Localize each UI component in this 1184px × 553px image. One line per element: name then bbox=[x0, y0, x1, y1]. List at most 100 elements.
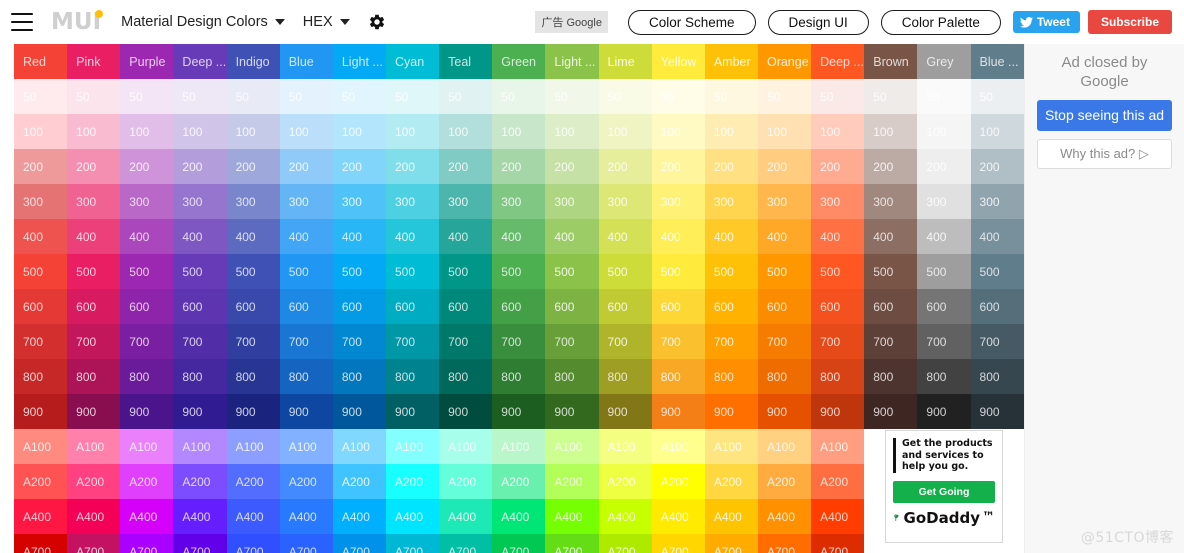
color-swatch-cyan-800[interactable]: 800 bbox=[385, 359, 440, 394]
color-swatch-light-blue-800[interactable]: 800 bbox=[332, 359, 386, 394]
color-swatch-light-blue-A400[interactable]: A400 bbox=[332, 499, 386, 534]
color-swatch-pink-600[interactable]: 600 bbox=[67, 289, 121, 324]
color-swatch-orange-A200[interactable]: A200 bbox=[757, 464, 812, 499]
color-column-header-amber[interactable]: Amber bbox=[704, 44, 758, 79]
color-swatch-deep-purple-A700[interactable]: A700 bbox=[173, 534, 227, 553]
color-swatch-purple-900[interactable]: 900 bbox=[120, 394, 174, 429]
color-swatch-deep-orange-800[interactable]: 800 bbox=[811, 359, 865, 394]
color-swatch-grey-100[interactable]: 100 bbox=[917, 114, 971, 149]
color-swatch-light-green-A700[interactable]: A700 bbox=[545, 534, 599, 553]
color-swatch-amber-700[interactable]: 700 bbox=[704, 324, 758, 359]
color-swatch-blue-grey-300[interactable]: 300 bbox=[970, 184, 1024, 219]
palette-selector[interactable]: Material Design Colors bbox=[121, 14, 285, 30]
color-swatch-purple-700[interactable]: 700 bbox=[120, 324, 174, 359]
color-swatch-indigo-A400[interactable]: A400 bbox=[226, 499, 280, 534]
color-swatch-brown-600[interactable]: 600 bbox=[864, 289, 918, 324]
color-swatch-pink-A100[interactable]: A100 bbox=[67, 429, 121, 464]
color-swatch-light-blue-500[interactable]: 500 bbox=[332, 254, 386, 289]
color-swatch-purple-A700[interactable]: A700 bbox=[120, 534, 174, 553]
color-swatch-deep-purple-200[interactable]: 200 bbox=[173, 149, 227, 184]
color-swatch-cyan-200[interactable]: 200 bbox=[385, 149, 440, 184]
subscribe-button[interactable]: Subscribe bbox=[1087, 10, 1172, 34]
color-swatch-amber-500[interactable]: 500 bbox=[704, 254, 758, 289]
color-swatch-green-700[interactable]: 700 bbox=[492, 324, 546, 359]
color-swatch-orange-200[interactable]: 200 bbox=[757, 149, 812, 184]
color-swatch-deep-orange-300[interactable]: 300 bbox=[811, 184, 865, 219]
color-swatch-purple-600[interactable]: 600 bbox=[120, 289, 174, 324]
color-swatch-blue-grey-50[interactable]: 50 bbox=[970, 79, 1024, 114]
color-swatch-amber-900[interactable]: 900 bbox=[704, 394, 758, 429]
color-swatch-indigo-700[interactable]: 700 bbox=[226, 324, 280, 359]
color-swatch-light-green-A200[interactable]: A200 bbox=[545, 464, 599, 499]
color-column-header-grey[interactable]: Grey bbox=[917, 44, 971, 79]
color-swatch-deep-orange-600[interactable]: 600 bbox=[811, 289, 865, 324]
color-column-header-brown[interactable]: Brown bbox=[864, 44, 918, 79]
color-swatch-indigo-500[interactable]: 500 bbox=[226, 254, 280, 289]
color-swatch-red-500[interactable]: 500 bbox=[14, 254, 68, 289]
color-swatch-red-A700[interactable]: A700 bbox=[14, 534, 68, 553]
hamburger-menu-icon[interactable] bbox=[11, 13, 35, 31]
color-swatch-brown-400[interactable]: 400 bbox=[864, 219, 918, 254]
color-swatch-deep-orange-A200[interactable]: A200 bbox=[811, 464, 865, 499]
color-swatch-deep-orange-A100[interactable]: A100 bbox=[811, 429, 865, 464]
color-swatch-green-A700[interactable]: A700 bbox=[492, 534, 546, 553]
color-swatch-orange-A400[interactable]: A400 bbox=[757, 499, 812, 534]
color-swatch-light-blue-600[interactable]: 600 bbox=[332, 289, 386, 324]
color-swatch-cyan-500[interactable]: 500 bbox=[385, 254, 440, 289]
color-swatch-amber-300[interactable]: 300 bbox=[704, 184, 758, 219]
gear-icon[interactable] bbox=[368, 13, 386, 31]
color-column-header-red[interactable]: Red bbox=[14, 44, 68, 79]
color-swatch-blue-grey-400[interactable]: 400 bbox=[970, 219, 1024, 254]
color-swatch-deep-orange-100[interactable]: 100 bbox=[811, 114, 865, 149]
pill-color-scheme[interactable]: Color Scheme bbox=[627, 9, 756, 35]
color-swatch-red-600[interactable]: 600 bbox=[14, 289, 68, 324]
color-swatch-light-blue-50[interactable]: 50 bbox=[332, 79, 386, 114]
color-swatch-yellow-200[interactable]: 200 bbox=[651, 149, 705, 184]
color-swatch-yellow-50[interactable]: 50 bbox=[651, 79, 705, 114]
color-swatch-brown-700[interactable]: 700 bbox=[864, 324, 918, 359]
color-swatch-light-blue-A700[interactable]: A700 bbox=[332, 534, 386, 553]
color-column-header-blue[interactable]: Blue bbox=[279, 44, 333, 79]
color-swatch-light-green-A400[interactable]: A400 bbox=[545, 499, 599, 534]
color-swatch-pink-800[interactable]: 800 bbox=[67, 359, 121, 394]
color-swatch-blue-200[interactable]: 200 bbox=[279, 149, 333, 184]
color-swatch-light-blue-900[interactable]: 900 bbox=[332, 394, 386, 429]
color-swatch-orange-50[interactable]: 50 bbox=[757, 79, 812, 114]
color-swatch-teal-600[interactable]: 600 bbox=[439, 289, 493, 324]
pill-design-ui[interactable]: Design UI bbox=[767, 9, 869, 35]
color-swatch-indigo-A200[interactable]: A200 bbox=[226, 464, 280, 499]
color-swatch-green-600[interactable]: 600 bbox=[492, 289, 546, 324]
color-swatch-cyan-50[interactable]: 50 bbox=[385, 79, 440, 114]
color-swatch-orange-400[interactable]: 400 bbox=[757, 219, 812, 254]
color-swatch-blue-100[interactable]: 100 bbox=[279, 114, 333, 149]
color-swatch-pink-A200[interactable]: A200 bbox=[67, 464, 121, 499]
color-swatch-green-200[interactable]: 200 bbox=[492, 149, 546, 184]
color-swatch-deep-purple-50[interactable]: 50 bbox=[173, 79, 227, 114]
color-swatch-grey-500[interactable]: 500 bbox=[917, 254, 971, 289]
color-swatch-red-A400[interactable]: A400 bbox=[14, 499, 68, 534]
color-column-header-yellow[interactable]: Yellow bbox=[651, 44, 705, 79]
color-swatch-orange-100[interactable]: 100 bbox=[757, 114, 812, 149]
color-swatch-purple-300[interactable]: 300 bbox=[120, 184, 174, 219]
color-swatch-light-blue-300[interactable]: 300 bbox=[332, 184, 386, 219]
color-swatch-blue-400[interactable]: 400 bbox=[279, 219, 333, 254]
color-column-header-light-blue[interactable]: Light ... bbox=[332, 44, 386, 79]
color-swatch-light-green-300[interactable]: 300 bbox=[545, 184, 599, 219]
color-swatch-orange-800[interactable]: 800 bbox=[757, 359, 812, 394]
color-swatch-indigo-400[interactable]: 400 bbox=[226, 219, 280, 254]
color-swatch-deep-orange-A400[interactable]: A400 bbox=[811, 499, 865, 534]
color-swatch-amber-A400[interactable]: A400 bbox=[704, 499, 758, 534]
color-swatch-teal-A100[interactable]: A100 bbox=[439, 429, 493, 464]
color-swatch-light-blue-100[interactable]: 100 bbox=[332, 114, 386, 149]
color-swatch-teal-300[interactable]: 300 bbox=[439, 184, 493, 219]
color-swatch-light-blue-200[interactable]: 200 bbox=[332, 149, 386, 184]
color-swatch-pink-700[interactable]: 700 bbox=[67, 324, 121, 359]
color-swatch-brown-900[interactable]: 900 bbox=[864, 394, 918, 429]
color-swatch-amber-A200[interactable]: A200 bbox=[704, 464, 758, 499]
color-swatch-indigo-50[interactable]: 50 bbox=[226, 79, 280, 114]
color-swatch-blue-A700[interactable]: A700 bbox=[279, 534, 333, 553]
color-swatch-light-green-100[interactable]: 100 bbox=[545, 114, 599, 149]
color-swatch-amber-600[interactable]: 600 bbox=[704, 289, 758, 324]
color-swatch-green-A200[interactable]: A200 bbox=[492, 464, 546, 499]
color-swatch-lime-50[interactable]: 50 bbox=[598, 79, 652, 114]
